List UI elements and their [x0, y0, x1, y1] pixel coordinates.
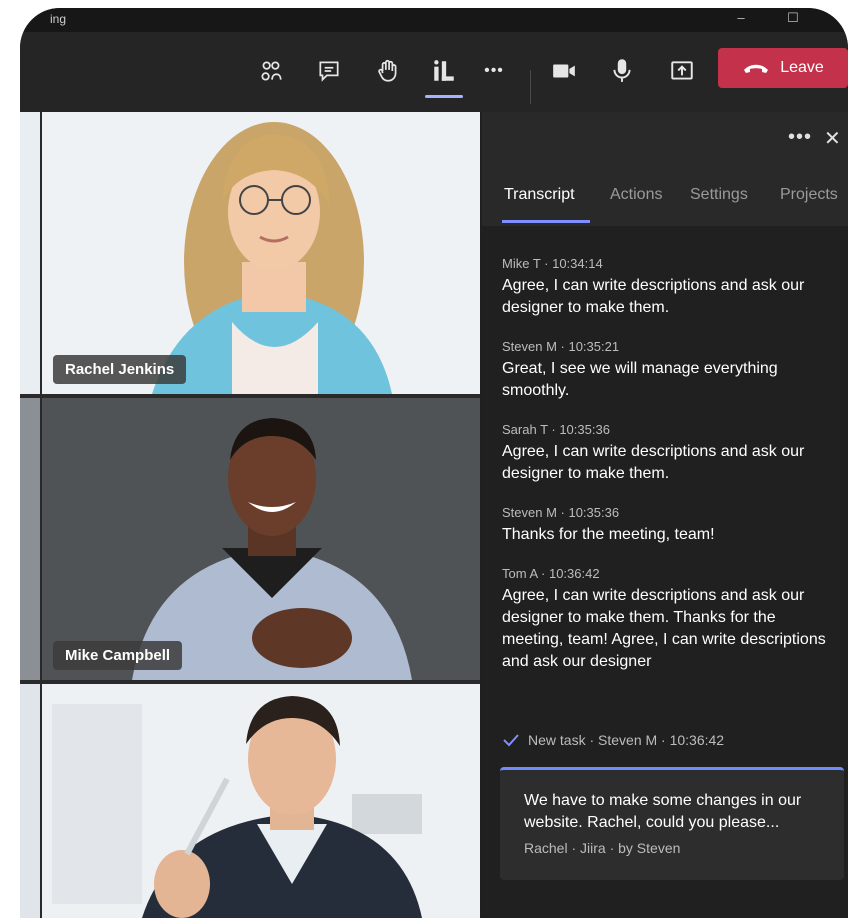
chat-icon[interactable]	[312, 54, 346, 88]
transcript-entry: Tom A · 10:36:42 Agree, I can write desc…	[502, 566, 832, 673]
close-icon[interactable]: ✕	[824, 126, 841, 151]
entry-meta: Mike T · 10:34:14	[502, 256, 603, 271]
title-bar: ing – ☐	[20, 8, 848, 32]
leave-button[interactable]: Leave	[718, 48, 848, 88]
participant-tile[interactable]	[42, 684, 480, 918]
window-title: ing	[50, 12, 67, 26]
panel-more-button[interactable]: •••	[788, 126, 812, 149]
checkmark-icon	[503, 734, 519, 747]
teams-window: ing – ☐ ••• Leave Rachel Jenkins Mike Ca…	[20, 8, 848, 918]
entry-text: Great, I see we will manage everything s…	[502, 360, 778, 399]
adjacent-tile-edge	[20, 398, 40, 680]
apps-icon[interactable]	[427, 54, 461, 88]
people-icon[interactable]	[254, 54, 288, 88]
adjacent-tile-edge	[20, 112, 40, 394]
transcript-entry: Steven M · 10:35:36 Thanks for the meeti…	[502, 505, 832, 546]
entry-text: Agree, I can write descriptions and ask …	[502, 587, 826, 670]
tab-actions[interactable]: Actions	[610, 186, 662, 204]
camera-icon[interactable]	[547, 54, 581, 88]
minimize-button[interactable]: –	[730, 10, 752, 28]
participant-tile[interactable]: Rachel Jenkins	[42, 112, 480, 394]
task-card-text: We have to make some changes in our webs…	[524, 792, 802, 831]
entry-text: Agree, I can write descriptions and ask …	[502, 443, 805, 482]
phone-hangup-icon	[744, 64, 769, 73]
entry-text: Agree, I can write descriptions and ask …	[502, 277, 805, 316]
participant-video	[42, 684, 480, 918]
entry-text: Thanks for the meeting, team!	[502, 526, 715, 543]
adjacent-tile-edge	[20, 684, 40, 918]
entry-meta: Steven M · 10:35:21	[502, 339, 620, 354]
participant-name: Rachel Jenkins	[53, 355, 187, 384]
task-line-text: New task · Steven M · 10:36:42	[528, 732, 725, 748]
entry-meta: Tom A · 10:36:42	[502, 566, 600, 581]
participant-video	[42, 112, 480, 394]
more-options-button[interactable]: •••	[477, 54, 511, 88]
toolbar-divider	[530, 70, 531, 104]
participant-name: Mike Campbell	[53, 641, 183, 670]
transcript-entry: Steven M · 10:35:21 Great, I see we will…	[502, 339, 832, 402]
transcript-entry: Sarah T · 10:35:36 Agree, I can write de…	[502, 422, 832, 485]
active-indicator	[425, 95, 463, 98]
video-grid: Rachel Jenkins Mike Campbell	[20, 112, 480, 918]
entry-meta: Sarah T · 10:35:36	[502, 422, 610, 437]
transcript-entry: Mike T · 10:34:14 Agree, I can write des…	[502, 256, 832, 319]
tab-projects[interactable]: Projects	[780, 186, 838, 204]
participant-video	[42, 398, 480, 680]
maximize-button[interactable]: ☐	[782, 10, 804, 28]
panel-header: ••• ✕ Transcript Actions Settings Projec…	[482, 112, 848, 226]
active-tab-indicator	[502, 220, 590, 223]
mic-icon[interactable]	[605, 54, 639, 88]
task-card-meta: Rachel · Jiira · by Steven	[524, 840, 681, 856]
entry-meta: Steven M · 10:35:36	[502, 505, 620, 520]
participant-tile[interactable]: Mike Campbell	[42, 398, 480, 680]
raise-hand-icon[interactable]	[371, 54, 405, 88]
tab-transcript[interactable]: Transcript	[504, 186, 575, 204]
new-task-line: New task · Steven M · 10:36:42	[502, 732, 724, 748]
leave-label: Leave	[780, 59, 824, 76]
transcript-list: Mike T · 10:34:14 Agree, I can write des…	[502, 256, 832, 693]
transcript-panel: ••• ✕ Transcript Actions Settings Projec…	[482, 112, 848, 918]
tab-settings[interactable]: Settings	[690, 186, 748, 204]
share-icon[interactable]	[665, 54, 699, 88]
meeting-toolbar: ••• Leave	[20, 32, 848, 112]
task-card[interactable]: We have to make some changes in our webs…	[500, 767, 844, 880]
